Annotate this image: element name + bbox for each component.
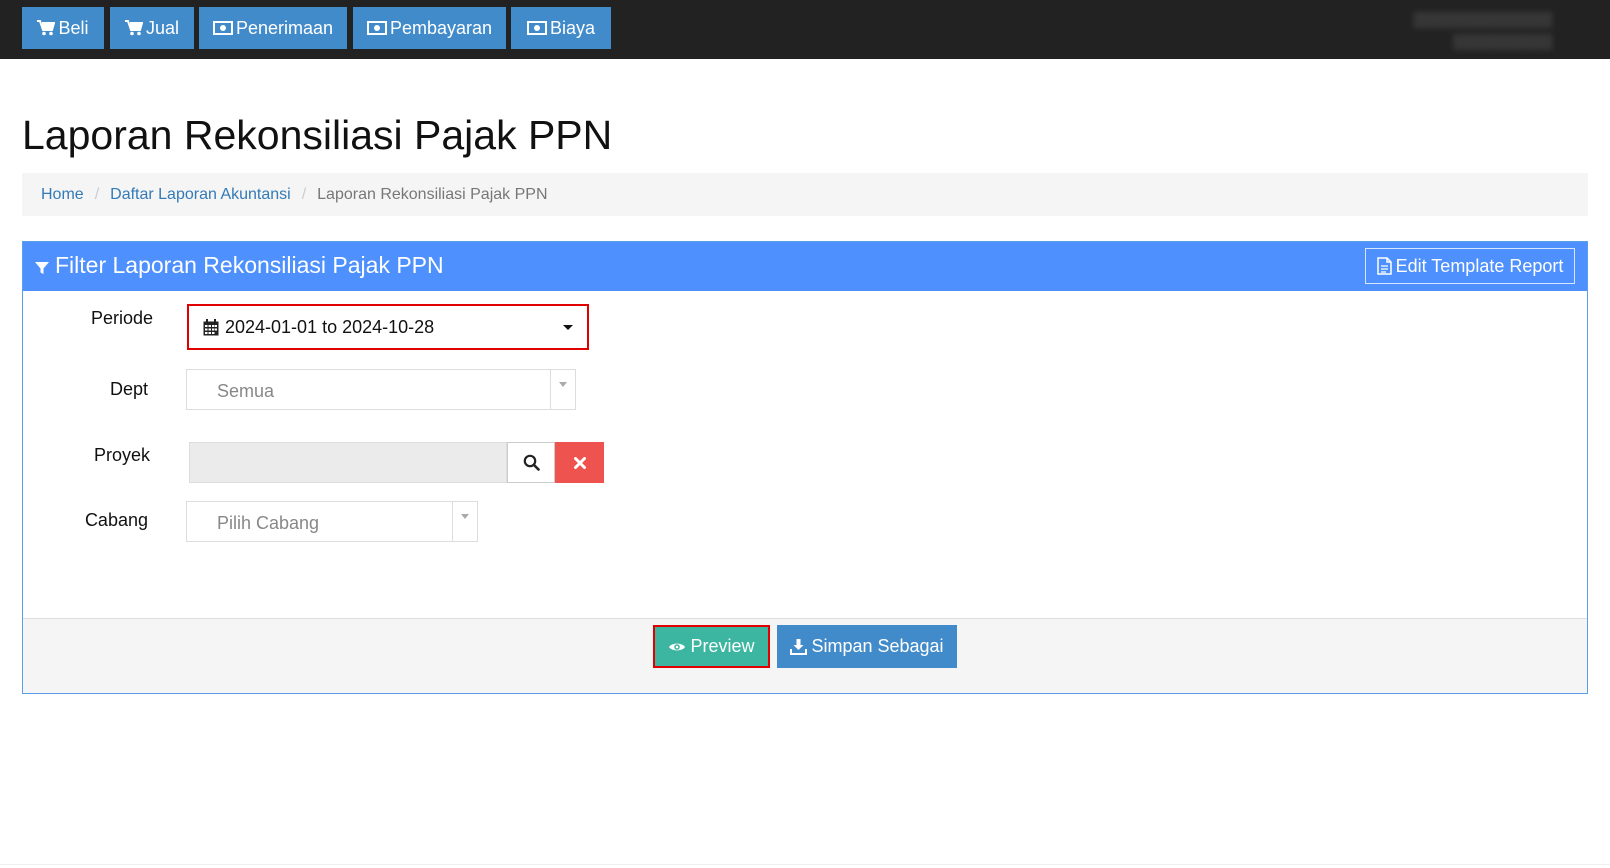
file-text-icon	[1376, 257, 1392, 275]
edit-template-report-label: Edit Template Report	[1395, 255, 1564, 276]
filter-panel-footer: Preview Simpan Sebagai	[23, 618, 1587, 693]
user-company-blurred: ░░░░░░░░░░░░░░	[1413, 11, 1552, 27]
caret-down-icon	[563, 325, 573, 330]
breadcrumb: Home / Daftar Laporan Akuntansi / Lapora…	[22, 173, 1588, 216]
filter-icon	[35, 261, 49, 274]
nav-pembayaran-button[interactable]: Pembayaran	[353, 7, 506, 49]
preview-label: Preview	[690, 636, 755, 656]
filter-panel: Filter Laporan Rekonsiliasi Pajak PPN Ed…	[22, 241, 1588, 694]
breadcrumb-daftar-laporan-link[interactable]: Daftar Laporan Akuntansi	[110, 186, 291, 204]
dept-selected-value: Semua	[217, 381, 275, 401]
cabang-select[interactable]: Pilih Cabang	[186, 501, 478, 542]
periode-label: Periode	[90, 308, 153, 328]
money-icon	[526, 21, 547, 35]
close-icon	[573, 456, 586, 469]
breadcrumb-home-link[interactable]: Home	[41, 186, 84, 204]
dept-label: Dept	[109, 379, 148, 399]
nav-biaya-label: Biaya	[549, 17, 596, 38]
proyek-clear-button[interactable]	[555, 442, 604, 483]
eye-icon	[669, 643, 686, 650]
caret-down-icon	[559, 382, 567, 387]
breadcrumb-current: Laporan Rekonsiliasi Pajak PPN	[317, 185, 548, 203]
proyek-label: Proyek	[93, 445, 150, 465]
nav-penerimaan-label: Penerimaan	[235, 17, 334, 38]
cart-icon	[124, 20, 143, 36]
cabang-dropdown-toggle[interactable]	[452, 502, 477, 541]
nav-jual-label: Jual	[145, 17, 180, 38]
user-email-blurred: ░░░░░░░░░░	[1452, 33, 1552, 49]
top-navbar: Beli Jual Penerimaan Pembayaran Biaya ░░…	[0, 0, 1610, 59]
dept-dropdown-toggle[interactable]	[550, 370, 575, 409]
nav-jual-button[interactable]: Jual	[110, 7, 194, 49]
money-icon	[366, 21, 387, 35]
proyek-search-button[interactable]	[507, 442, 555, 483]
calendar-icon	[203, 318, 219, 335]
nav-biaya-button[interactable]: Biaya	[511, 7, 611, 49]
cart-icon	[37, 20, 56, 36]
money-icon	[212, 21, 233, 35]
filter-panel-heading: Filter Laporan Rekonsiliasi Pajak PPN Ed…	[23, 242, 1587, 291]
preview-button[interactable]: Preview	[653, 625, 770, 668]
breadcrumb-separator: /	[301, 185, 307, 203]
nav-pembayaran-label: Pembayaran	[389, 17, 493, 38]
download-icon	[790, 639, 808, 655]
nav-beli-button[interactable]: Beli	[22, 7, 104, 49]
nav-beli-label: Beli	[58, 17, 89, 38]
filter-panel-title-text: Filter Laporan Rekonsiliasi Pajak PPN	[55, 252, 444, 278]
cabang-placeholder: Pilih Cabang	[217, 513, 320, 533]
periode-date-range-picker[interactable]: 2024-01-01 to 2024-10-28	[187, 304, 589, 350]
caret-down-icon	[461, 514, 469, 519]
breadcrumb-separator: /	[94, 185, 100, 203]
simpan-sebagai-label: Simpan Sebagai	[811, 636, 944, 656]
filter-panel-title[interactable]: Filter Laporan Rekonsiliasi Pajak PPN	[35, 252, 444, 279]
nav-penerimaan-button[interactable]: Penerimaan	[199, 7, 347, 49]
cabang-label: Cabang	[84, 510, 148, 530]
search-icon	[523, 454, 540, 471]
proyek-input[interactable]	[189, 442, 507, 483]
simpan-sebagai-button[interactable]: Simpan Sebagai	[777, 625, 957, 668]
dept-select[interactable]: Semua	[186, 369, 576, 410]
page-title: Laporan Rekonsiliasi Pajak PPN	[22, 112, 613, 158]
page-bottom-divider	[0, 864, 1610, 865]
user-info-blurred[interactable]: ░░░░░░░░░░░░░░ ░░░░░░░░░░	[1413, 8, 1552, 52]
periode-value: 2024-01-01 to 2024-10-28	[225, 316, 435, 337]
edit-template-report-button[interactable]: Edit Template Report	[1365, 248, 1575, 284]
